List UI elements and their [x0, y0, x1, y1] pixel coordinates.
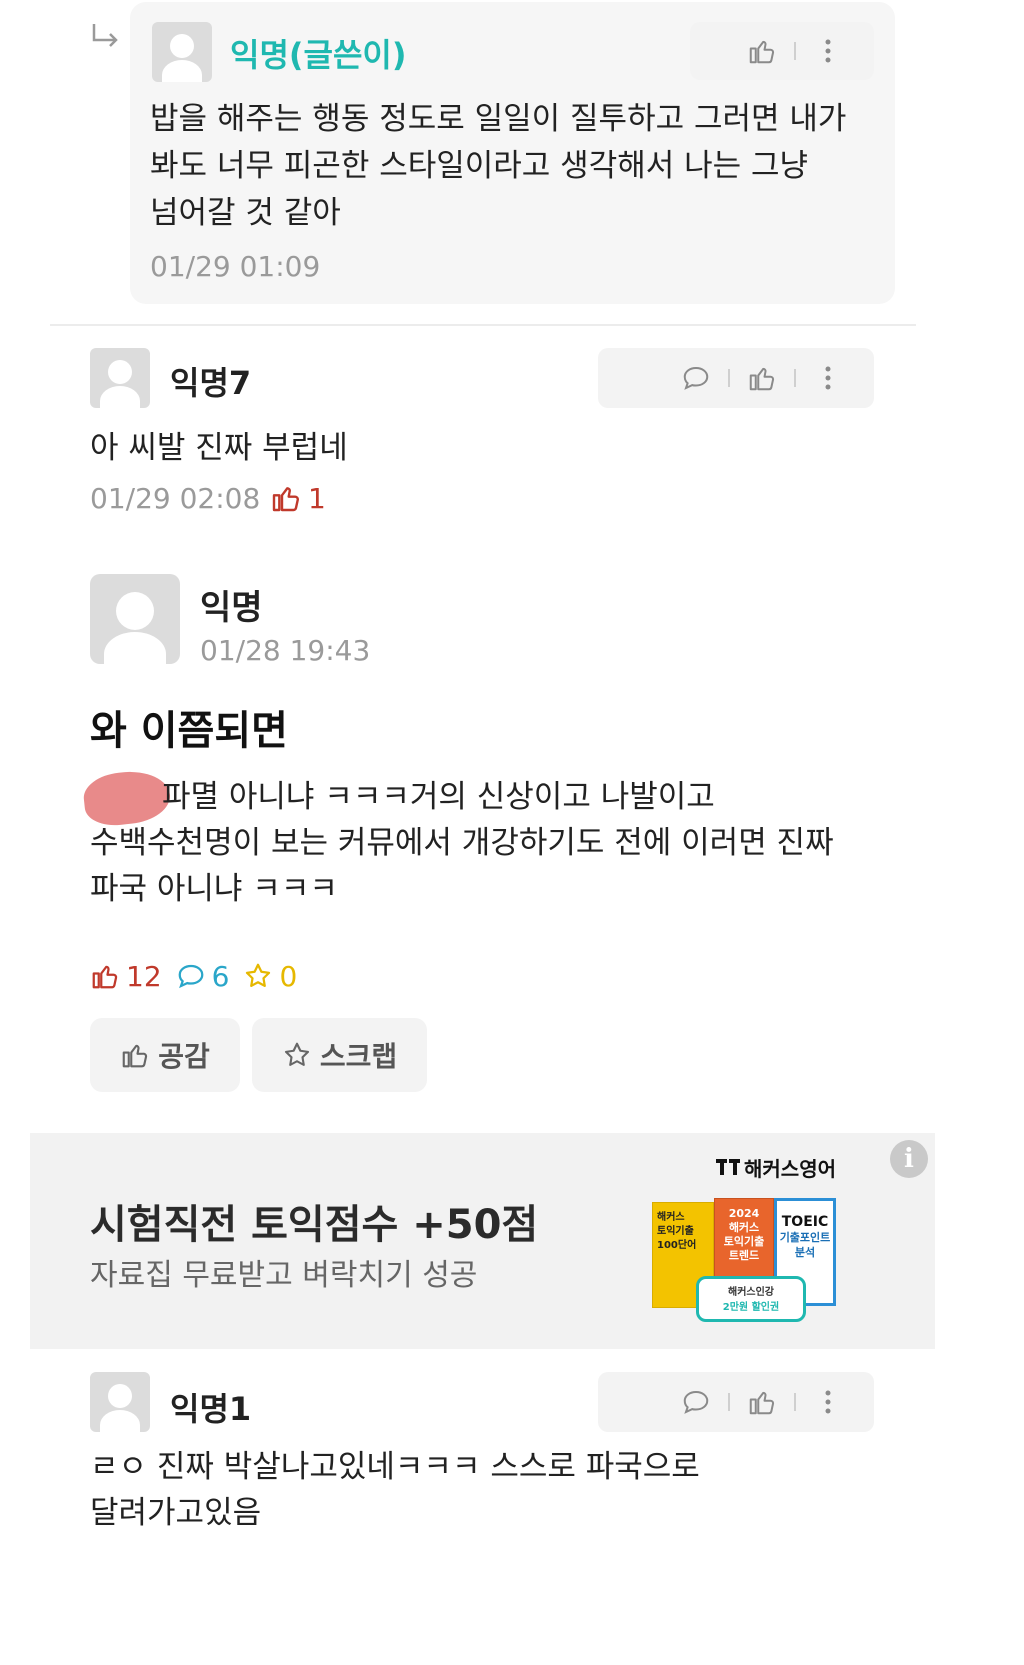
reply-icon[interactable] [678, 1384, 714, 1420]
book-text: 토익기출 [657, 1226, 694, 1237]
book-text: 분석 [794, 1246, 816, 1259]
reply-text-line: 봐도 너무 피곤한 스타일이라고 생각해서 나는 그냥 [150, 148, 809, 184]
comment-actions [598, 348, 874, 408]
coupon-text: 2만원 할인권 [722, 1302, 780, 1313]
ad-headline: 시험직전 토익점수 +50점 [90, 1202, 539, 1248]
book-text: 기출포인트 [779, 1231, 831, 1244]
post-author[interactable]: 익명 [200, 580, 263, 629]
book-text: 트렌드 [728, 1249, 760, 1262]
book-text: TOEIC [781, 1214, 829, 1230]
avatar [90, 348, 150, 408]
more-icon[interactable] [810, 1384, 846, 1420]
comment-like-count: 1 [308, 482, 326, 515]
comment-text-line: 달려가고있음 [90, 1495, 262, 1531]
reply-text-line: 넘어갈 것 같아 [150, 195, 341, 231]
like-button-label: 공감 [158, 1040, 210, 1073]
avatar [90, 1372, 150, 1432]
info-icon[interactable]: i [890, 1140, 928, 1178]
more-icon[interactable] [810, 360, 846, 396]
like-icon [270, 482, 302, 514]
ad-subline: 자료집 무료받고 벼락치기 성공 [90, 1258, 478, 1293]
coupon-text: 해커스인강 [728, 1287, 774, 1298]
book-text: 토익기출 [723, 1235, 765, 1248]
scrap-button[interactable]: 스크랩 [252, 1018, 427, 1092]
avatar [90, 574, 180, 664]
ad-brand: 해커스영어 [744, 1157, 836, 1181]
brand-logo-icon [716, 1157, 740, 1177]
comment-text-line: ㄹㅇ 진짜 박살나고있네ㅋㅋㅋ 스스로 파국으로 [90, 1449, 700, 1485]
reply-author[interactable]: 익명(글쓴이) [230, 30, 406, 76]
reply-text-line: 밥을 해주는 행동 정도로 일일이 질투하고 그러면 내가 [150, 101, 847, 137]
comment-time: 01/29 02:08 [90, 482, 261, 515]
reply-icon[interactable] [678, 360, 714, 396]
divider [50, 324, 916, 326]
avatar [152, 22, 212, 82]
comment-text: 아 씨발 진짜 부럽네 [90, 430, 348, 466]
post-stats: 12 6 0 [90, 958, 297, 994]
like-icon[interactable] [744, 1384, 780, 1420]
comment-icon [176, 961, 206, 991]
post-time: 01/28 19:43 [200, 634, 371, 667]
book-text: 2024 [728, 1207, 760, 1220]
like-icon[interactable] [744, 33, 780, 69]
reply-actions [690, 22, 874, 80]
like-button[interactable]: 공감 [90, 1018, 240, 1092]
comment-actions [598, 1372, 874, 1432]
comment-author[interactable]: 익명1 [170, 1384, 251, 1430]
star-icon [243, 961, 273, 991]
book-text: 100단어 [657, 1240, 697, 1251]
star-icon [282, 1040, 312, 1070]
scrap-count: 0 [279, 959, 298, 993]
scrap-button-label: 스크랩 [319, 1040, 398, 1073]
like-icon [90, 961, 120, 991]
book-text: 해커스 [728, 1221, 760, 1234]
comment-author[interactable]: 익명7 [170, 358, 251, 404]
reply-arrow-icon [88, 20, 122, 54]
comment-text: ㄹㅇ 진짜 박살나고있네ㅋㅋㅋ 스스로 파국으로 달려가고있음 [90, 1444, 700, 1536]
post-body-line: 파국 아니냐 ㅋㅋㅋ [90, 871, 338, 907]
reply-text: 밥을 해주는 행동 정도로 일일이 질투하고 그러면 내가 봐도 너무 피곤한 … [150, 96, 846, 237]
book-text: 해커스 [657, 1212, 685, 1223]
reply-time: 01/29 01:09 [150, 250, 321, 283]
like-count: 12 [126, 959, 162, 993]
post-body-line: 수백수천명이 보는 커뮤에서 개강하기도 전에 이러면 진짜 [90, 825, 834, 861]
post-body: 파멸 아니냐 ㅋㅋㅋ거의 신상이고 나발이고 수백수천명이 보는 커뮤에서 개강… [90, 774, 834, 912]
ad-coupon: 해커스인강 2만원 할인권 [696, 1276, 806, 1322]
more-icon[interactable] [810, 33, 846, 69]
post-title: 와 이쯤되면 [90, 708, 288, 754]
comment-count: 6 [211, 959, 230, 993]
like-icon [120, 1040, 150, 1070]
post-body-line: 파멸 아니냐 ㅋㅋㅋ거의 신상이고 나발이고 [162, 779, 715, 815]
like-icon[interactable] [744, 360, 780, 396]
